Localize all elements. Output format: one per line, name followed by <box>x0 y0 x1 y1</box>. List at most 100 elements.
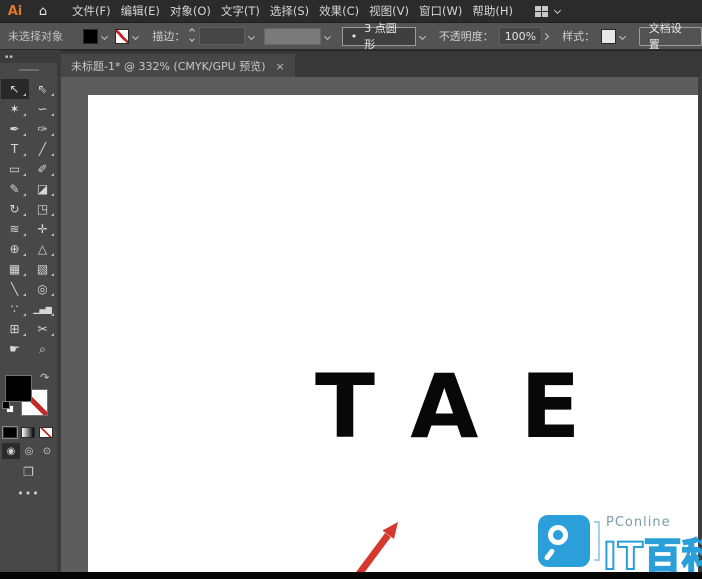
brush-definition-select[interactable]: • 3 点圆形 <box>341 22 416 51</box>
screen-mode-icon[interactable]: ❐ <box>0 465 57 479</box>
stroke-weight-label: 描边： <box>152 30 186 43</box>
tool-selection[interactable]: ↖ <box>0 79 29 99</box>
tool-line-segment[interactable]: ╱ <box>29 139 57 159</box>
tool-zoom[interactable]: ⌕ <box>29 339 57 359</box>
menu-bar: Ai ⌂ 文件(F) 编辑(E) 对象(O) 文字(T) 选择(S) 效果(C)… <box>0 0 702 22</box>
tool-panel: ↖ ⇖ ✶ ∽ ✒ ✑ T ╱ ▭ ✐ ✎ ◪ ↻ ◳ ≋ ✛ ⊕ △ ▦ ▧ … <box>0 63 57 579</box>
collapse-dock-icon[interactable]: ▪▪ <box>5 54 14 60</box>
tool-rectangle[interactable]: ▭ <box>1 159 29 179</box>
tool-eraser[interactable]: ◪ <box>29 179 57 199</box>
chevron-up-icon <box>189 28 196 34</box>
tool-symbol-sprayer[interactable]: ∵ <box>1 299 29 319</box>
watermark: PConline IT百科 <box>538 513 702 579</box>
chevron-down-icon <box>553 6 562 14</box>
tool-column-graph[interactable]: ▁▄▆ <box>29 299 57 319</box>
illustrator-logo-icon: Ai <box>7 3 23 19</box>
drawing-mode-buttons: ◉ ◎ ⊙ <box>2 443 56 459</box>
tool-slice[interactable]: ✂ <box>29 319 57 339</box>
menu-type[interactable]: 文字(T) <box>221 0 260 22</box>
tool-pen[interactable]: ✒ <box>1 119 29 139</box>
workspace-grid-icon <box>534 5 549 17</box>
tool-eyedropper[interactable]: ╲ <box>1 279 29 299</box>
tools-dock: ▪▪ ↖ ⇖ ✶ ∽ ✒ ✑ T ╱ ▭ ✐ ✎ ◪ ↻ ◳ ≋ ✛ ⊕ △ ▦… <box>0 50 61 579</box>
tool-paintbrush[interactable]: ✐ <box>29 159 57 179</box>
tool-mesh[interactable]: ▦ <box>1 259 29 279</box>
tool-free-transform[interactable]: ✛ <box>29 219 57 239</box>
tool-shape-builder[interactable]: ⊕ <box>1 239 29 259</box>
document-tab[interactable]: 未标题-1* @ 332% (CMYK/GPU 预览) × <box>61 54 295 78</box>
artboard[interactable]: TAE PConline IT百科 <box>88 95 702 579</box>
chevron-down-icon[interactable] <box>132 32 140 40</box>
chevron-right-icon[interactable] <box>542 32 550 40</box>
tool-blend[interactable]: ◎ <box>29 279 57 299</box>
stroke-weight-select[interactable] <box>199 27 245 45</box>
close-icon[interactable]: × <box>276 60 285 73</box>
chevron-down-icon[interactable] <box>418 32 426 40</box>
chevron-down-icon[interactable] <box>100 32 108 40</box>
watermark-logo-icon <box>538 515 590 567</box>
swap-fill-stroke-icon[interactable]: ↷ <box>40 371 49 384</box>
tool-gradient[interactable]: ▧ <box>29 259 57 279</box>
panel-grip[interactable] <box>18 69 39 71</box>
brush-name: 3 点圆形 <box>364 22 397 51</box>
menu-select[interactable]: 选择(S) <box>270 0 309 22</box>
gradient-button[interactable] <box>21 427 35 438</box>
tool-shaper[interactable]: ✎ <box>1 179 29 199</box>
document-tab-title: 未标题-1* @ 332% (CMYK/GPU 预览) <box>71 60 266 73</box>
tool-width[interactable]: ≋ <box>1 219 29 239</box>
menu-effect[interactable]: 效果(C) <box>319 0 359 22</box>
tool-curvature[interactable]: ✑ <box>29 119 57 139</box>
tool-type[interactable]: T <box>1 139 29 159</box>
tool-scale[interactable]: ◳ <box>29 199 57 219</box>
draw-normal-icon[interactable]: ◉ <box>2 443 20 459</box>
tool-lasso[interactable]: ∽ <box>29 99 57 119</box>
selection-status: 未选择对象 <box>8 30 63 43</box>
menu-help[interactable]: 帮助(H) <box>472 0 513 22</box>
tool-artboard[interactable]: ⊞ <box>1 319 29 339</box>
chevron-down-icon[interactable] <box>247 32 255 40</box>
tool-grid: ↖ ⇖ ✶ ∽ ✒ ✑ T ╱ ▭ ✐ ✎ ◪ ↻ ◳ ≋ ✛ ⊕ △ ▦ ▧ … <box>0 79 57 359</box>
tool-perspective-grid[interactable]: △ <box>29 239 57 259</box>
annotation-arrow <box>353 522 398 579</box>
edit-toolbar-icon[interactable]: ••• <box>0 487 57 500</box>
chevron-down-icon[interactable] <box>323 32 331 40</box>
menu-object[interactable]: 对象(O) <box>170 0 211 22</box>
menu-view[interactable]: 视图(V) <box>369 0 409 22</box>
menu-window[interactable]: 窗口(W) <box>419 0 462 22</box>
bottom-border <box>0 572 702 579</box>
stroke-weight-stepper[interactable] <box>189 28 196 43</box>
none-button[interactable] <box>39 427 53 438</box>
workspace-switcher[interactable] <box>534 5 562 17</box>
draw-behind-icon[interactable]: ◎ <box>20 443 38 459</box>
home-icon[interactable]: ⌂ <box>30 4 56 19</box>
control-bar: 未选择对象 描边： • 3 点圆形 不透明度： 100% 样式： 文档设置 <box>0 22 702 51</box>
color-button[interactable] <box>2 426 18 439</box>
width-profile-select[interactable] <box>263 27 321 45</box>
document-tab-bar: 未标题-1* @ 332% (CMYK/GPU 预览) × <box>0 50 702 78</box>
document-setup-button[interactable]: 文档设置 <box>638 22 702 51</box>
chevron-down-icon <box>189 36 196 42</box>
tool-direct-selection[interactable]: ⇖ <box>29 79 57 99</box>
stroke-color-swatch[interactable] <box>114 28 130 44</box>
tool-hand[interactable]: ☛ <box>1 339 29 359</box>
canvas-viewport: TAE PConline IT百科 <box>61 77 702 579</box>
opacity-label: 不透明度： <box>438 30 494 43</box>
viewport-right-edge <box>698 77 702 579</box>
watermark-fold-icon <box>594 521 600 561</box>
menu-edit[interactable]: 编辑(E) <box>121 0 160 22</box>
color-type-buttons <box>2 426 53 439</box>
magnifier-handle <box>543 547 556 562</box>
draw-inside-icon[interactable]: ⊙ <box>38 443 56 459</box>
fill-indicator[interactable] <box>5 375 32 402</box>
brush-preview-dot: • <box>350 29 358 43</box>
style-label: 样式： <box>562 30 596 43</box>
menu-file[interactable]: 文件(F) <box>72 0 111 22</box>
tool-magic-wand[interactable]: ✶ <box>1 99 29 119</box>
default-fill-stroke-icon[interactable] <box>2 401 14 413</box>
fill-color-swatch[interactable] <box>82 28 98 44</box>
tool-rotate[interactable]: ↻ <box>1 199 29 219</box>
magnifier-icon <box>548 525 568 545</box>
opacity-input[interactable]: 100% <box>498 27 543 45</box>
chevron-down-icon[interactable] <box>618 32 626 40</box>
style-swatch[interactable] <box>601 28 616 44</box>
